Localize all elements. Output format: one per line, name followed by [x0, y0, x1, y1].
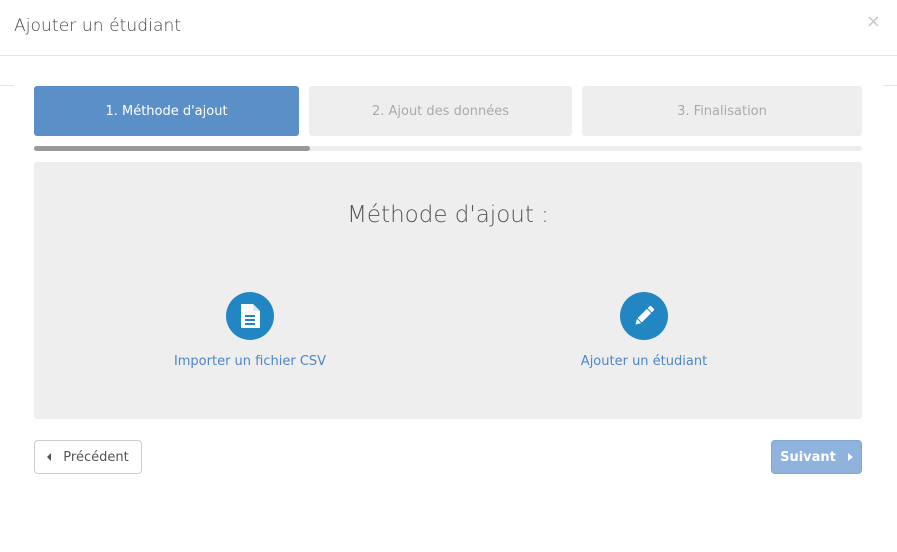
close-icon[interactable]: × — [866, 13, 881, 31]
step-1-method[interactable]: 1. Méthode d'ajout — [34, 86, 299, 136]
step-3-finalization[interactable]: 3. Finalisation — [582, 86, 862, 136]
pencil-icon[interactable] — [620, 292, 668, 340]
file-text-icon[interactable] — [226, 292, 274, 340]
next-button[interactable]: Suivant — [771, 440, 862, 474]
divider — [883, 85, 897, 86]
previous-button[interactable]: Précédent — [34, 440, 142, 474]
step-label: 2. Ajout des données — [371, 103, 510, 119]
wizard-progress-bar — [34, 146, 862, 151]
add-student-modal: Ajouter un étudiant × 1. Méthode d'ajout… — [0, 0, 897, 552]
step-2-data[interactable]: 2. Ajout des données — [309, 86, 572, 136]
next-button-label: Suivant — [780, 449, 836, 465]
previous-button-label: Précédent — [63, 449, 129, 465]
step-label: 1. Méthode d'ajout — [105, 103, 228, 119]
add-student-link[interactable]: Ajouter un étudiant — [514, 354, 774, 369]
caret-right-icon — [847, 453, 853, 461]
import-csv-link[interactable]: Importer un fichier CSV — [120, 354, 380, 369]
divider — [0, 85, 14, 86]
modal-header: Ajouter un étudiant × — [0, 0, 897, 56]
wizard-progress-fill — [34, 146, 310, 151]
import-csv-option[interactable]: Importer un fichier CSV — [120, 292, 380, 369]
step-label: 3. Finalisation — [677, 103, 767, 119]
add-student-option[interactable]: Ajouter un étudiant — [514, 292, 774, 369]
caret-left-icon — [47, 453, 52, 461]
method-panel: Méthode d'ajout : Importer un fichier CS… — [34, 162, 862, 419]
panel-title: Méthode d'ajout : — [347, 202, 549, 228]
modal-title: Ajouter un étudiant — [14, 16, 182, 36]
